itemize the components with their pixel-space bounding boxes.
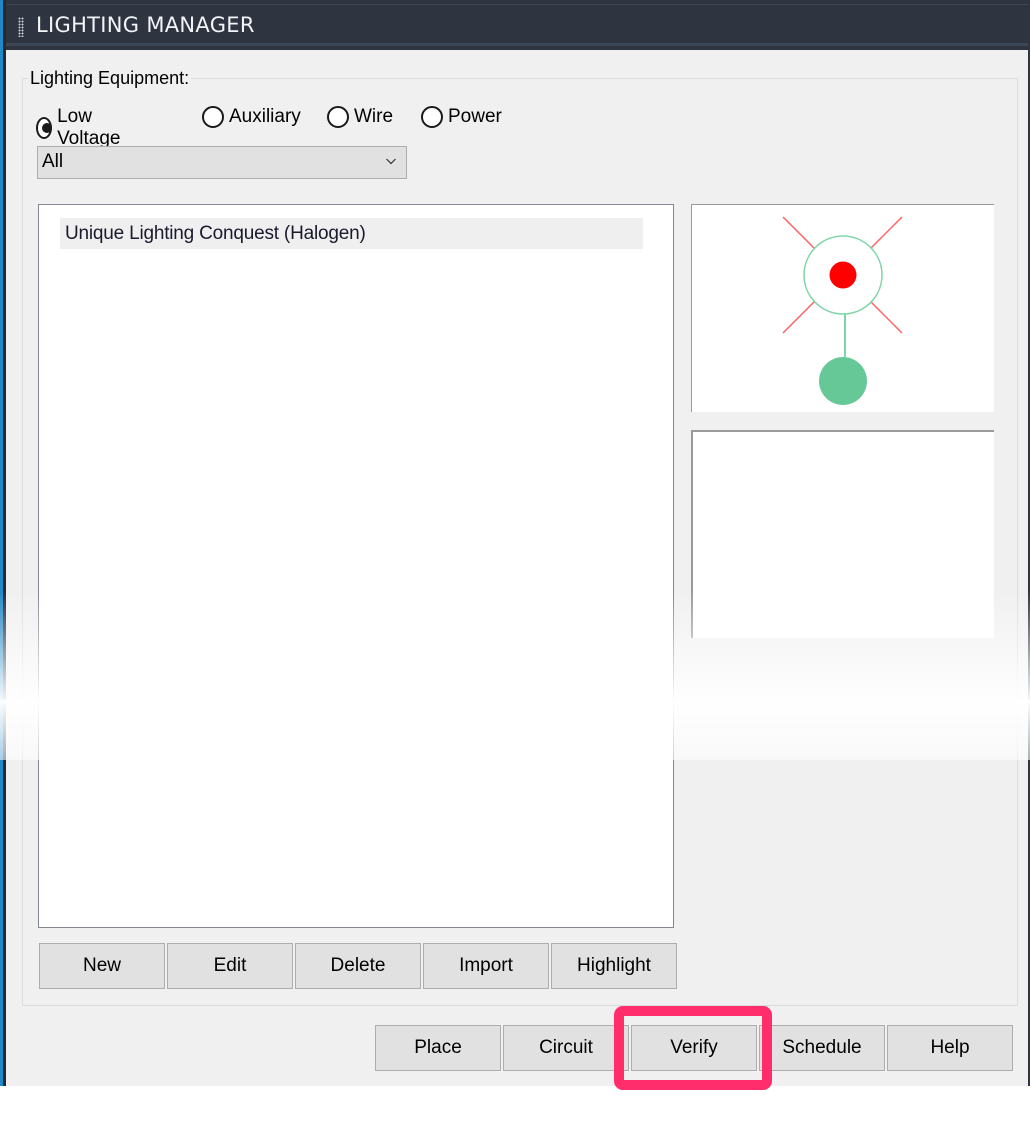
light-fixture-symbol-icon xyxy=(782,216,903,405)
radio-unchecked-icon[interactable] xyxy=(327,106,349,128)
delete-button[interactable]: Delete xyxy=(295,943,421,989)
fixture-center xyxy=(829,261,857,289)
ray-top-right xyxy=(870,216,903,249)
circuit-button[interactable]: Circuit xyxy=(503,1025,629,1071)
details-preview xyxy=(691,430,994,638)
radio-label: Power xyxy=(448,106,502,127)
title-bar[interactable]: LIGHTING MANAGER xyxy=(6,4,1028,46)
radio-power[interactable]: Power xyxy=(421,106,502,128)
help-button[interactable]: Help xyxy=(887,1025,1013,1071)
radio-label: Wire xyxy=(354,106,394,127)
dialog-panel: Lighting Equipment: Low Voltage Auxiliar… xyxy=(6,50,1028,1086)
radio-wire[interactable]: Wire xyxy=(327,106,393,128)
equipment-list[interactable]: Unique Lighting Conquest (Halogen) xyxy=(38,204,674,928)
radio-label: Auxiliary xyxy=(229,106,301,127)
fixture-base xyxy=(819,357,867,405)
lighting-manager-window: LIGHTING MANAGER Lighting Equipment: Low… xyxy=(0,0,1030,1086)
import-button[interactable]: Import xyxy=(423,943,549,989)
verify-button[interactable]: Verify xyxy=(631,1025,757,1071)
ray-top-left xyxy=(782,216,815,249)
radio-auxiliary[interactable]: Auxiliary xyxy=(202,106,301,128)
drag-grip-icon[interactable] xyxy=(18,17,24,37)
edit-button[interactable]: Edit xyxy=(167,943,293,989)
symbol-preview xyxy=(691,204,994,412)
filter-dropdown[interactable]: All xyxy=(37,146,407,179)
radio-unchecked-icon[interactable] xyxy=(421,106,443,128)
radio-unchecked-icon[interactable] xyxy=(202,106,224,128)
radio-low-voltage[interactable]: Low Voltage xyxy=(36,106,126,150)
radio-label: Low Voltage xyxy=(57,106,121,149)
ray-bottom-left xyxy=(782,301,815,334)
new-button[interactable]: New xyxy=(39,943,165,989)
radio-checked-icon[interactable] xyxy=(36,117,53,139)
list-item[interactable]: Unique Lighting Conquest (Halogen) xyxy=(60,218,643,249)
highlight-button[interactable]: Highlight xyxy=(551,943,677,989)
schedule-button[interactable]: Schedule xyxy=(759,1025,885,1071)
place-button[interactable]: Place xyxy=(375,1025,501,1071)
lighting-equipment-label: Lighting Equipment: xyxy=(28,68,192,89)
window-title: LIGHTING MANAGER xyxy=(36,13,255,37)
filter-dropdown-value: All xyxy=(42,151,64,172)
chevron-down-icon[interactable] xyxy=(386,156,396,166)
ray-bottom-right xyxy=(870,301,903,334)
